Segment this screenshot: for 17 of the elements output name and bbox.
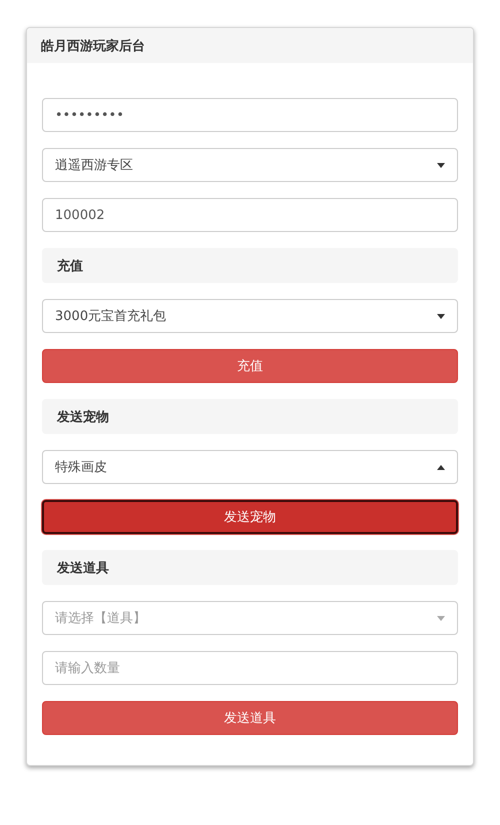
- section-heading: 发送宠物: [42, 399, 458, 434]
- submit-button[interactable]: 充值: [42, 349, 458, 383]
- panel-title: 皓月西游玩家后台: [27, 28, 473, 63]
- select-placeholder: 请选择【道具】: [55, 610, 146, 627]
- submit-button[interactable]: 发送宠物: [42, 500, 458, 534]
- select-field[interactable]: 特殊画皮: [42, 450, 458, 484]
- select-field[interactable]: 逍遥西游专区: [42, 148, 458, 182]
- section-heading: 发送道具: [42, 550, 458, 585]
- select-value: 特殊画皮: [55, 459, 107, 476]
- select-value: 逍遥西游专区: [55, 157, 133, 174]
- section-heading: 充值: [42, 248, 458, 283]
- select-field[interactable]: 3000元宝首充礼包: [42, 299, 458, 333]
- input-field[interactable]: 请输入数量: [42, 651, 458, 685]
- input-field[interactable]: 100002: [42, 198, 458, 232]
- select-value: 3000元宝首充礼包: [55, 308, 166, 325]
- password-field[interactable]: •••••••••: [42, 98, 458, 132]
- submit-button[interactable]: 发送道具: [42, 701, 458, 735]
